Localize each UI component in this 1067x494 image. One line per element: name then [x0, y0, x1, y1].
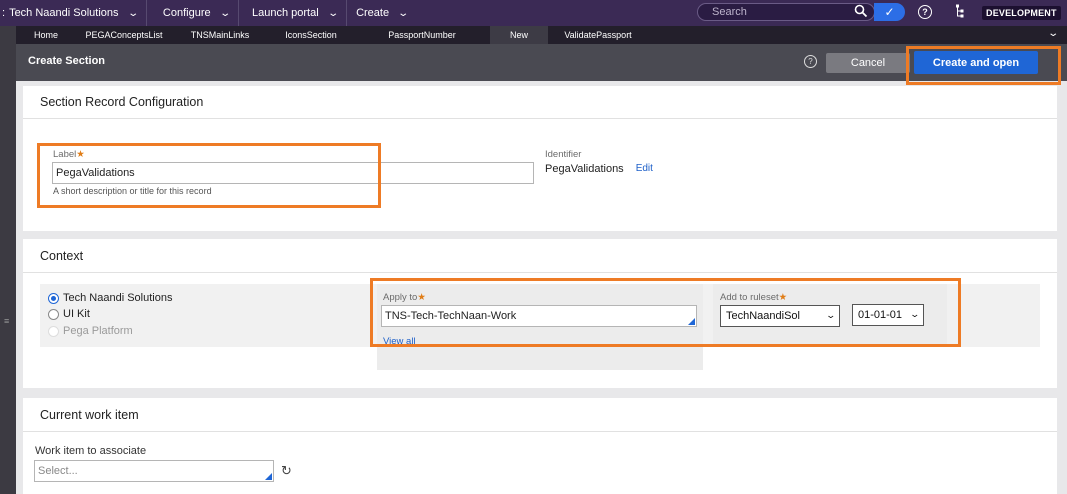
- tab-label: ValidatePassport: [564, 30, 632, 40]
- search-placeholder: Search: [712, 6, 747, 18]
- ruleset-select[interactable]: TechNaandiSol ⌄: [720, 305, 840, 327]
- apply-to-cell: [377, 284, 703, 370]
- app-prefix: :: [2, 7, 6, 19]
- tab-label: Home: [33, 30, 58, 40]
- ruleset-label: Add to ruleset★: [720, 292, 787, 303]
- required-marker-icon: ★: [778, 292, 788, 303]
- tab-label: PEGAConceptsList: [85, 30, 163, 40]
- tab-label: PassportNumber: [388, 30, 456, 40]
- app-menu-label: Tech Naandi Solutions: [9, 7, 119, 19]
- launch-portal-menu-label: Launch portal: [252, 7, 319, 19]
- record-configuration-panel: Section Record Configuration Label★ Pega…: [23, 86, 1057, 231]
- section-header: Create Section ? Cancel Create and open: [16, 44, 1067, 81]
- tab-new[interactable]: New: [490, 26, 548, 44]
- chevron-down-icon: ⌄: [126, 7, 139, 19]
- radio-disabled-icon: [48, 325, 59, 337]
- required-marker-icon: ★: [417, 292, 426, 303]
- apply-to-label: Apply to★: [383, 292, 426, 303]
- work-item-placeholder: Select...: [38, 465, 78, 477]
- search-input[interactable]: Search: [697, 3, 875, 21]
- label-input[interactable]: PegaValidations: [52, 162, 534, 184]
- tab-tnsmainlinks[interactable]: TNSMainLinks: [172, 26, 268, 44]
- tab-label: TNSMainLinks: [190, 30, 250, 40]
- help-icon[interactable]: ?: [804, 55, 817, 68]
- create-menu[interactable]: Create ⌄: [347, 0, 416, 26]
- identifier-row: PegaValidations Edit: [545, 163, 653, 175]
- left-navigation-strip: ≡: [0, 26, 16, 494]
- context-panel: Context Tech Naandi Solutions UI Kit Peg…: [23, 239, 1057, 388]
- chevron-down-icon: ⌄: [327, 7, 339, 19]
- check-icon: ✓: [884, 5, 895, 19]
- ruleset-value: TechNaandiSol: [726, 310, 800, 322]
- view-all-link[interactable]: View all: [383, 336, 416, 347]
- chevron-down-icon: ⌄: [218, 7, 231, 19]
- work-item-label: Work item to associate: [35, 445, 147, 457]
- document-tabs: Home PEGAConceptsList TNSMainLinks Icons…: [16, 26, 1067, 44]
- app-menu[interactable]: : Tech Naandi Solutions ⌄: [0, 0, 147, 26]
- autocomplete-indicator-icon: [688, 318, 695, 325]
- work-item-input[interactable]: Select...: [34, 460, 274, 482]
- apply-to-label-text: Apply to: [383, 292, 418, 303]
- radio-tech-naandi-solutions[interactable]: Tech Naandi Solutions: [48, 292, 172, 304]
- tab-label: IconsSection: [285, 30, 337, 40]
- tab-home[interactable]: Home: [16, 26, 76, 44]
- radio-selected-icon: [48, 292, 59, 304]
- hierarchy-icon[interactable]: [950, 4, 964, 21]
- panel-divider: [23, 118, 1057, 119]
- current-work-item-panel: Current work item Work item to associate…: [23, 398, 1057, 494]
- resize-grip-icon[interactable]: ≡: [4, 316, 9, 326]
- tab-iconssection[interactable]: IconsSection: [268, 26, 354, 44]
- help-icon[interactable]: ?: [918, 5, 932, 19]
- radio-pega-platform: Pega Platform: [48, 325, 133, 337]
- panel-title: Section Record Configuration: [40, 95, 204, 109]
- launch-portal-menu[interactable]: Launch portal ⌄: [239, 0, 348, 26]
- tab-validatepassport[interactable]: ValidatePassport: [548, 26, 648, 44]
- panel-title: Context: [40, 249, 84, 263]
- apply-to-value: TNS-Tech-TechNaan-Work: [385, 310, 517, 322]
- ruleset-version-select[interactable]: 01-01-01 ⌄: [852, 304, 924, 326]
- label-field-label: Label★: [53, 149, 85, 160]
- chevron-down-icon: ⌄: [825, 310, 837, 320]
- autocomplete-indicator-icon: [265, 473, 272, 480]
- tab-label: New: [509, 30, 528, 40]
- radio-label: UI Kit: [63, 308, 90, 320]
- chevron-down-icon: ⌄: [909, 309, 921, 319]
- tab-overflow-chevron-icon[interactable]: ⌄: [1047, 28, 1059, 39]
- radio-label: Pega Platform: [63, 325, 133, 337]
- top-bar: : Tech Naandi Solutions ⌄ Configure ⌄ La…: [0, 0, 1067, 26]
- label-hint: A short description or title for this re…: [53, 186, 212, 196]
- ruleset-label-text: Add to ruleset: [720, 292, 779, 303]
- chevron-down-icon: ⌄: [397, 7, 410, 19]
- panel-divider: [23, 431, 1057, 432]
- refresh-icon[interactable]: ↻: [281, 463, 292, 479]
- tab-passportnumber[interactable]: PassportNumber: [354, 26, 490, 44]
- identifier-label: Identifier: [545, 149, 582, 160]
- apply-to-input[interactable]: TNS-Tech-TechNaan-Work: [381, 305, 697, 327]
- identifier-value: PegaValidations: [545, 163, 624, 175]
- tab-pegaconceptslist[interactable]: PEGAConceptsList: [76, 26, 172, 44]
- edit-identifier-link[interactable]: Edit: [636, 163, 653, 175]
- create-and-open-button[interactable]: Create and open: [914, 51, 1038, 74]
- label-input-value: PegaValidations: [56, 167, 135, 179]
- cancel-button[interactable]: Cancel: [826, 53, 910, 73]
- environment-badge: DEVELOPMENT: [982, 6, 1061, 20]
- radio-ui-kit[interactable]: UI Kit: [48, 308, 90, 320]
- radio-label: Tech Naandi Solutions: [63, 292, 173, 304]
- search-submit-button[interactable]: ✓: [874, 3, 905, 21]
- configure-menu[interactable]: Configure ⌄: [147, 0, 240, 26]
- configure-menu-label: Configure: [162, 7, 211, 19]
- create-menu-label: Create: [356, 7, 390, 19]
- radio-unselected-icon: [48, 308, 59, 320]
- label-field-text: Label: [53, 149, 77, 160]
- ruleset-version-value: 01-01-01: [858, 309, 903, 321]
- panel-divider: [23, 272, 1057, 273]
- search-icon[interactable]: [854, 4, 868, 21]
- panel-title: Current work item: [40, 408, 139, 422]
- required-marker-icon: ★: [76, 149, 85, 160]
- page-title: Create Section: [28, 55, 106, 67]
